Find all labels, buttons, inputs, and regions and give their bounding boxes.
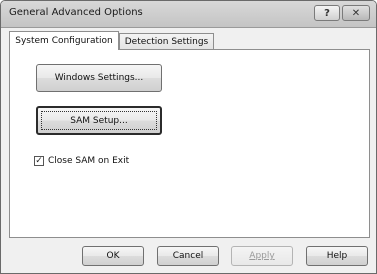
close-sam-option[interactable]: ✓ Close SAM on Exit	[34, 156, 129, 166]
window-title: General Advanced Options	[9, 7, 143, 18]
title-help-button[interactable]: ?	[314, 5, 340, 21]
windows-settings-button[interactable]: Windows Settings...	[36, 64, 162, 92]
ok-button[interactable]: OK	[82, 246, 144, 266]
help-button[interactable]: Help	[306, 246, 368, 266]
button-label: Apply	[249, 251, 275, 261]
tab-system-configuration[interactable]: System Configuration	[9, 31, 119, 50]
title-bar[interactable]: General Advanced Options ? ✕	[1, 1, 376, 28]
tab-label: System Configuration	[15, 36, 113, 46]
button-label: Cancel	[172, 251, 204, 261]
title-close-button[interactable]: ✕	[342, 5, 370, 21]
cancel-button[interactable]: Cancel	[157, 246, 219, 266]
tab-detection-settings[interactable]: Detection Settings	[119, 33, 214, 50]
button-label: SAM Setup...	[70, 115, 128, 126]
apply-button[interactable]: Apply	[231, 246, 293, 266]
question-mark-icon: ?	[324, 7, 330, 19]
button-label: Windows Settings...	[54, 73, 144, 83]
dialog-window: General Advanced Options ? ✕ System Conf…	[0, 0, 377, 274]
button-label: OK	[106, 251, 120, 261]
checkmark-icon: ✓	[35, 155, 43, 166]
close-icon: ✕	[351, 7, 361, 19]
close-sam-checkbox[interactable]: ✓	[34, 156, 44, 166]
tab-panel-system-configuration: Windows Settings... SAM Setup... ✓ Close…	[9, 49, 370, 238]
button-label: Help	[326, 251, 348, 261]
tab-label: Detection Settings	[124, 37, 209, 47]
close-sam-label: Close SAM on Exit	[48, 156, 130, 166]
sam-setup-button[interactable]: SAM Setup...	[36, 106, 162, 135]
